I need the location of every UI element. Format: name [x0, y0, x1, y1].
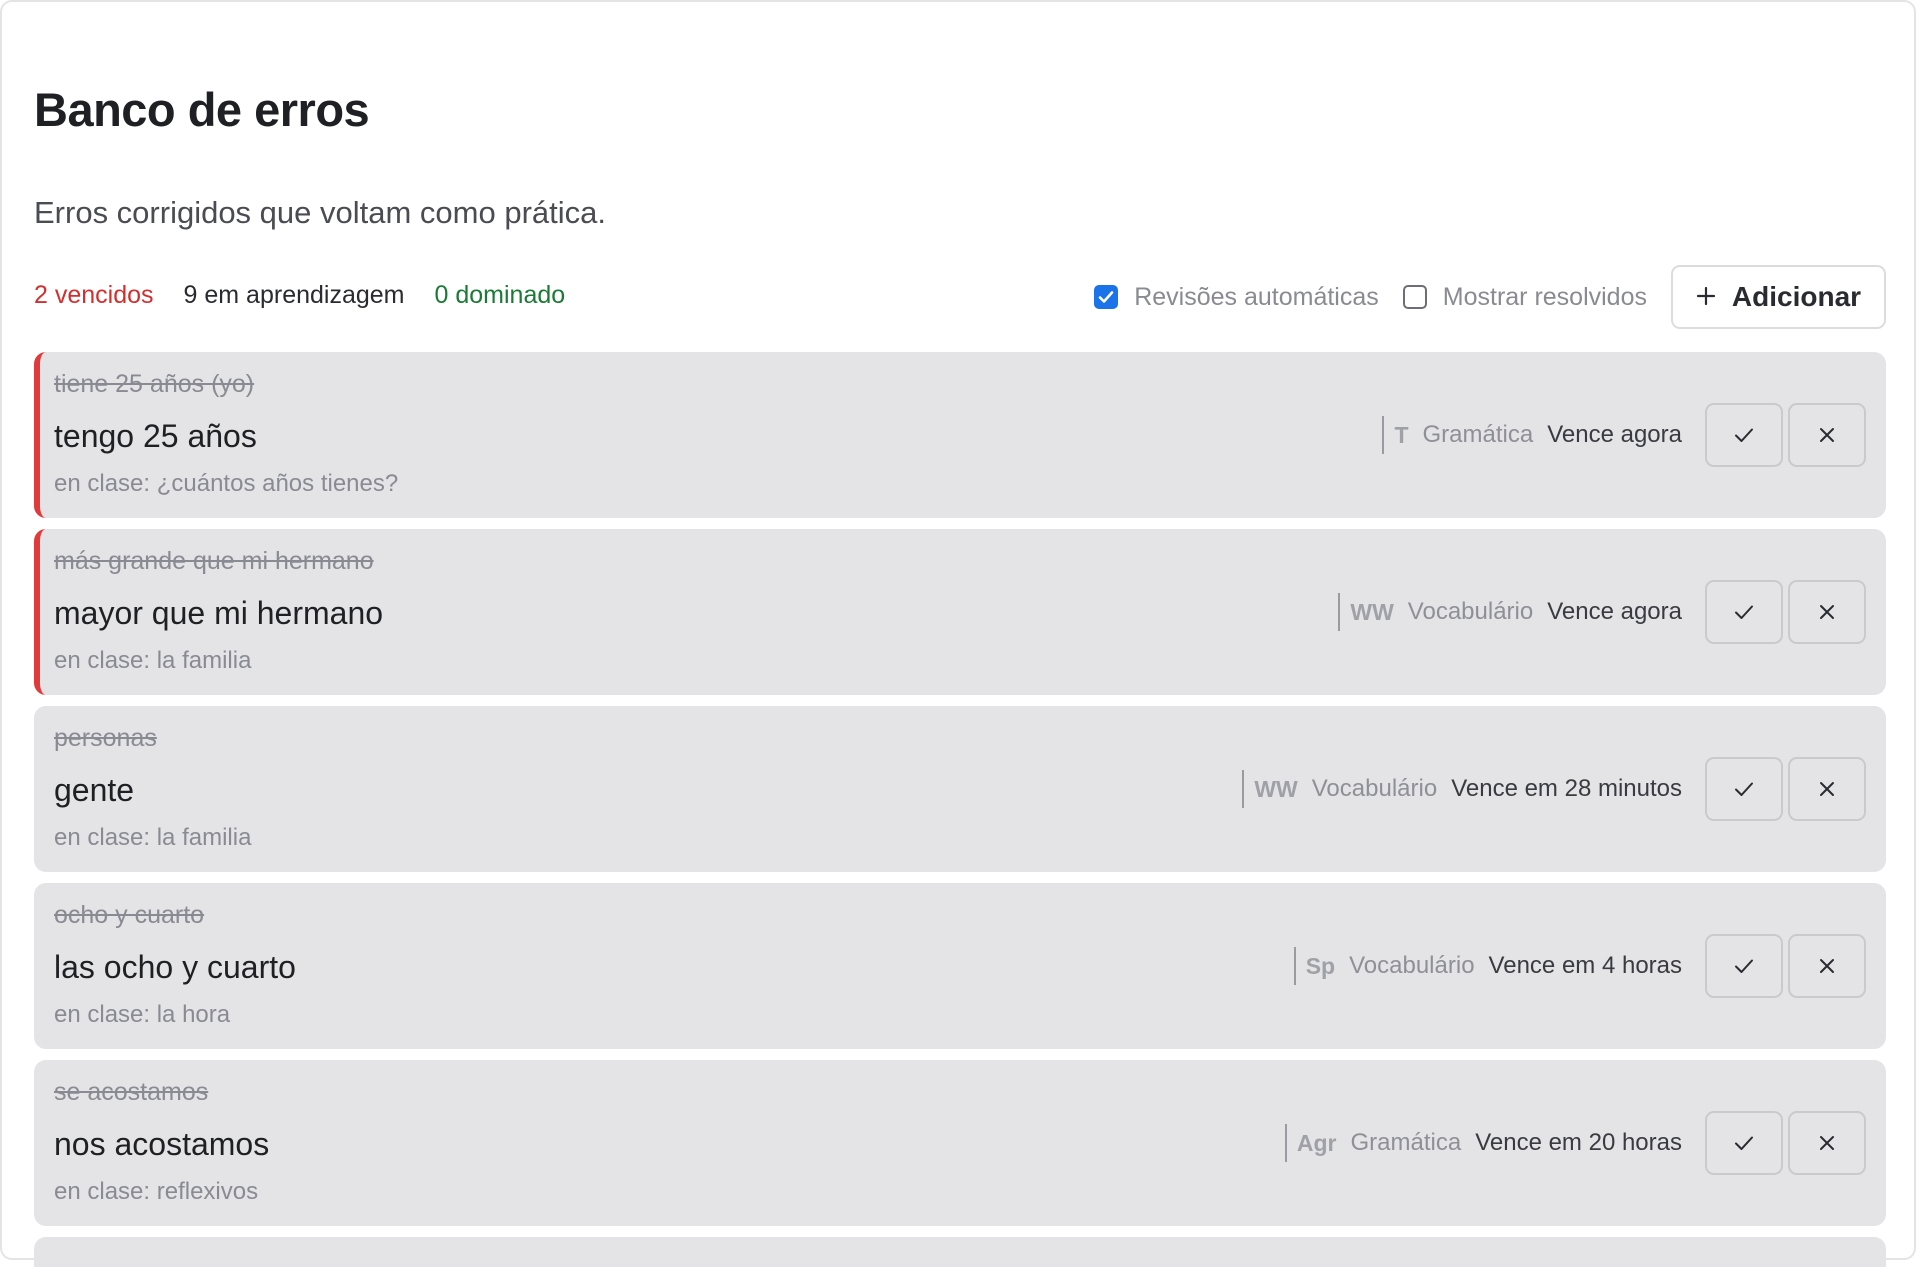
error-card: más grande que mi hermano mayor que mi h… [34, 529, 1886, 695]
due-status: Vence agora [1547, 598, 1682, 625]
page-subtitle: Erros corrigidos que voltam como prática… [34, 195, 607, 230]
page-title: Banco de erros [34, 83, 370, 136]
card-actions [1705, 1111, 1866, 1175]
card-actions [1705, 757, 1866, 821]
divider [1242, 770, 1245, 808]
error-tag: WW [1254, 775, 1298, 802]
wrong-phrase: se acostamos [54, 1078, 209, 1106]
mark-correct-button[interactable] [1705, 403, 1783, 467]
dismiss-button[interactable] [1788, 757, 1866, 821]
error-category: Vocabulário [1407, 598, 1534, 625]
error-category: Gramática [1350, 1129, 1462, 1156]
error-card: tiene 25 años (yo) tengo 25 años en clas… [34, 352, 1886, 518]
wrong-phrase: personas [54, 724, 157, 752]
error-card: personas gente en clase: la familia WW V… [34, 706, 1886, 872]
card-meta: WW Vocabulário Vence agora [1338, 592, 1682, 632]
close-icon [1820, 1136, 1834, 1150]
check-icon [1735, 959, 1753, 973]
corrected-phrase: mayor que mi hermano [54, 595, 384, 631]
error-list: tiene 25 años (yo) tengo 25 años en clas… [34, 352, 1886, 1267]
card-meta: WW Vocabulário Vence em 28 minutos [1242, 769, 1682, 809]
checkmark-icon [1098, 291, 1114, 303]
corrected-phrase: tengo 25 años [54, 418, 257, 454]
list-controls: Revisões automáticas Mostrar resolvidos … [1094, 265, 1886, 329]
corrected-phrase: nos acostamos [54, 1126, 270, 1162]
close-icon [1820, 959, 1834, 973]
show-resolved-label: Mostrar resolvidos [1442, 282, 1647, 311]
error-card: ocho y cuarto las ocho y cuarto en clase… [34, 883, 1886, 1049]
mark-correct-button[interactable] [1705, 934, 1783, 998]
mark-correct-button[interactable] [1705, 1111, 1783, 1175]
error-category: Vocabulário [1349, 952, 1475, 979]
corrected-phrase: gente [54, 772, 135, 808]
error-category: Gramática [1422, 421, 1534, 448]
stats-toolbar: 2 vencidos 9 em aprendizagem 0 dominado … [34, 265, 1886, 329]
close-icon [1820, 428, 1834, 442]
wrong-phrase: ocho y cuarto [54, 901, 205, 929]
card-actions [1705, 934, 1866, 998]
divider [1382, 416, 1385, 454]
plus-icon [1696, 280, 1716, 314]
mark-correct-button[interactable] [1705, 757, 1783, 821]
divider [1284, 1124, 1287, 1162]
due-status: Vence em 20 horas [1475, 1129, 1682, 1156]
check-icon [1735, 1136, 1753, 1150]
error-tag: T [1394, 421, 1409, 448]
mark-correct-button[interactable] [1705, 580, 1783, 644]
auto-reviews-label: Revisões automáticas [1134, 282, 1379, 311]
dismiss-button[interactable] [1788, 403, 1866, 467]
due-status: Vence em 4 horas [1488, 952, 1682, 979]
auto-reviews-toggle[interactable]: Revisões automáticas [1094, 283, 1379, 312]
card-actions [1705, 403, 1866, 467]
check-icon [1735, 605, 1753, 619]
corrected-phrase: las ocho y cuarto [54, 949, 296, 985]
close-icon [1820, 782, 1834, 796]
card-meta: T Gramática Vence agora [1382, 415, 1682, 455]
class-context: en clase: la familia [54, 647, 252, 674]
due-status: Vence em 28 minutos [1451, 775, 1682, 802]
add-button-label: Adicionar [1731, 281, 1862, 312]
card-meta: Sp Vocabulário Vence em 4 horas [1293, 946, 1682, 986]
learning-count: 9 em aprendizagem [183, 281, 405, 309]
divider [1338, 593, 1341, 631]
class-context: en clase: la familia [54, 824, 252, 851]
wrong-phrase: tiene 25 años (yo) [54, 370, 255, 398]
check-icon [1735, 428, 1753, 442]
card-meta: Agr Gramática Vence em 20 horas [1284, 1123, 1682, 1163]
dismiss-button[interactable] [1788, 1111, 1866, 1175]
error-tag: Sp [1305, 952, 1336, 979]
show-resolved-toggle[interactable]: Mostrar resolvidos [1402, 282, 1647, 312]
dismiss-button[interactable] [1788, 934, 1866, 998]
error-card: se acostamos nos acostamos en clase: ref… [34, 1060, 1886, 1226]
wrong-phrase: más grande que mi hermano [54, 547, 374, 575]
mastered-count: 0 dominado [434, 281, 566, 309]
dismiss-button[interactable] [1788, 580, 1866, 644]
check-icon [1735, 782, 1753, 796]
card-actions [1705, 580, 1866, 644]
error-tag: WW [1350, 598, 1394, 625]
class-context: en clase: ¿cuántos años tienes? [54, 470, 399, 497]
close-icon [1820, 605, 1834, 619]
overdue-count: 2 vencidos [34, 281, 154, 309]
error-tag: Agr [1296, 1129, 1337, 1156]
auto-reviews-checkbox[interactable] [1094, 285, 1119, 309]
stats-summary: 2 vencidos 9 em aprendizagem 0 dominado [34, 281, 565, 310]
divider [1293, 947, 1296, 985]
class-context: en clase: reflexivos [54, 1178, 259, 1205]
add-error-button[interactable]: Adicionar [1671, 265, 1886, 329]
due-status: Vence agora [1547, 421, 1682, 448]
class-context: en clase: la hora [54, 1001, 231, 1028]
error-category: Vocabulário [1311, 775, 1438, 802]
show-resolved-checkbox[interactable] [1402, 285, 1427, 309]
